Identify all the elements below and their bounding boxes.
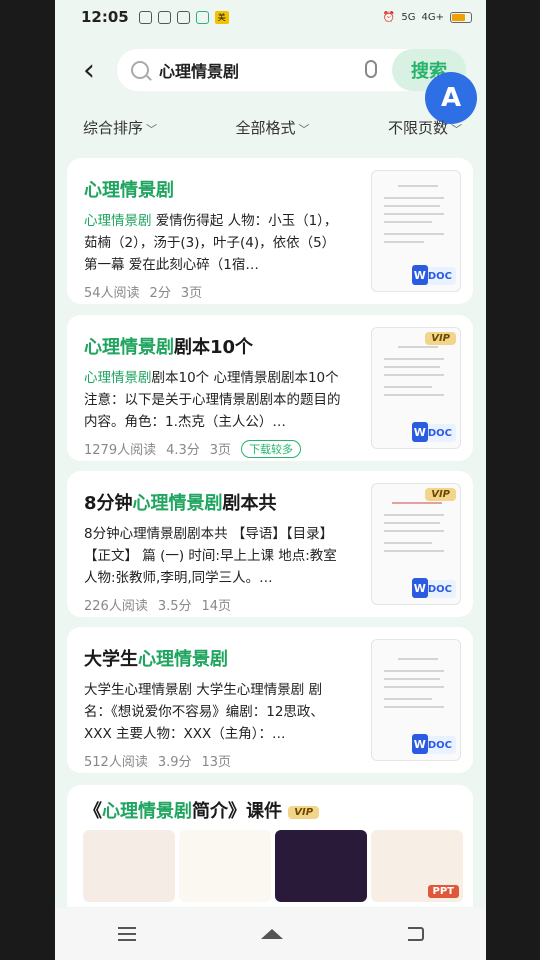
- page-count: 3页: [209, 443, 232, 458]
- home-icon[interactable]: [260, 929, 283, 939]
- result-title: 《心理情景剧简介》课件 VIP: [84, 797, 320, 823]
- page-count: 14页: [201, 599, 232, 614]
- signal-icon: 5G: [401, 11, 416, 23]
- result-meta: 512人阅读 3.9分 13页: [84, 751, 231, 770]
- page-count: 3页: [180, 286, 203, 301]
- result-title: 8分钟心理情景剧剧本共: [84, 493, 277, 514]
- result-snippet: 8分钟心理情景剧剧本共 【导语】【目录】【正文】 篇 (一) 时间:早上上课 地…: [84, 526, 337, 586]
- network-icon: 4G+: [421, 11, 445, 23]
- notification-icon: [195, 10, 209, 24]
- notification-icon: [176, 10, 190, 24]
- microphone-icon[interactable]: [365, 60, 377, 78]
- result-title: 心理情景剧: [84, 180, 174, 201]
- back-icon[interactable]: [407, 927, 424, 941]
- score: 2分: [149, 286, 171, 301]
- search-input[interactable]: [159, 60, 349, 80]
- status-bar: 12:05 美 ⏰ 5G 4G+: [55, 0, 486, 34]
- result-card[interactable]: 大学生心理情景剧 大学生心理情景剧 大学生心理情景剧 剧名：《想说爱你不容易》编…: [67, 627, 473, 773]
- status-time: 12:05: [81, 8, 129, 26]
- result-snippet: 心理情景剧 爱情伤得起 人物：小玉（1），茹楠（2），汤于(3)，叶子(4)，依…: [84, 213, 338, 273]
- ppt-icon: PPT: [427, 885, 459, 898]
- chevron-down-icon: ﹀: [146, 122, 158, 136]
- menu-icon[interactable]: [117, 927, 136, 941]
- notification-icon: [157, 10, 171, 24]
- filter-format[interactable]: 全部格式 ﹀: [235, 117, 309, 138]
- result-title: 心理情景剧剧本10个: [84, 337, 254, 358]
- result-snippet: 心理情景剧剧本10个 心理情景剧剧本10个 注意：以下是关于心理情景剧剧本的题目…: [84, 370, 341, 430]
- left-margin: [0, 0, 55, 960]
- alarm-icon: ⏰: [382, 11, 396, 23]
- phone-screen: 12:05 美 ⏰ 5G 4G+ ‹ 搜索 A 综合排序﹀ 全部格式﹀ 不限页数…: [55, 0, 486, 960]
- system-nav-bar: [55, 908, 486, 960]
- battery-icon: [450, 11, 472, 23]
- read-count: 512人阅读: [84, 755, 148, 770]
- notification-icons: 美: [138, 10, 229, 24]
- popular-download-badge: 下载较多: [241, 439, 302, 458]
- document-thumbnail: VIP W DOC: [371, 483, 461, 605]
- app-notification-icon: 美: [214, 10, 229, 24]
- right-margin: [486, 0, 540, 960]
- result-meta: 54人阅读 2分 3页: [84, 282, 202, 301]
- vip-badge: VIP: [288, 806, 320, 819]
- filter-sort[interactable]: 综合排序 ﹀: [83, 117, 157, 138]
- score: 4.3分: [166, 443, 200, 458]
- document-thumbnail: W DOC: [371, 170, 461, 292]
- word-doc-icon: W DOC: [411, 578, 456, 598]
- slide-thumbnail: [83, 830, 175, 902]
- system-icons: ⏰ 5G 4G+: [382, 11, 472, 23]
- page-count: 13页: [201, 755, 232, 770]
- document-thumbnail: W DOC: [371, 639, 461, 761]
- score: 3.9分: [157, 755, 192, 770]
- read-count: 1279人阅读: [84, 443, 157, 458]
- slide-thumbnail: PPT: [371, 830, 463, 902]
- filter-pages[interactable]: 不限页数 ﹀: [388, 117, 462, 138]
- result-meta: 1279人阅读 4.3分 3页 下载较多: [84, 439, 302, 458]
- read-count: 54人阅读: [84, 286, 140, 301]
- chevron-down-icon: ﹀: [298, 122, 310, 136]
- filter-bar: 综合排序 ﹀ 全部格式 ﹀ 不限页数 ﹀: [55, 110, 486, 144]
- notification-icon: [138, 10, 152, 24]
- score: 3.5分: [157, 599, 192, 614]
- word-doc-icon: W DOC: [411, 265, 456, 285]
- search-box[interactable]: 搜索: [117, 49, 466, 91]
- search-icon: [131, 61, 149, 79]
- result-meta: 226人阅读 3.5分 14页: [84, 595, 231, 614]
- result-card[interactable]: 心理情景剧 心理情景剧 爱情伤得起 人物：小玉（1），茹楠（2），汤于(3)，叶…: [67, 158, 473, 304]
- vip-badge: VIP: [425, 332, 456, 345]
- result-title: 大学生心理情景剧: [84, 649, 228, 670]
- result-card-ppt[interactable]: 《心理情景剧简介》课件 VIP PPT: [67, 785, 473, 907]
- word-doc-icon: W DOC: [411, 734, 456, 754]
- word-doc-icon: W DOC: [411, 422, 456, 442]
- slide-thumbnail: [179, 830, 271, 902]
- search-row: ‹ 搜索: [55, 46, 486, 94]
- vip-badge: VIP: [425, 488, 456, 501]
- result-card[interactable]: 8分钟心理情景剧剧本共 8分钟心理情景剧剧本共 【导语】【目录】【正文】 篇 (…: [67, 471, 473, 617]
- slide-thumbnail: [275, 830, 367, 902]
- chevron-down-icon: ﹀: [450, 122, 462, 136]
- document-thumbnail: VIP W DOC: [371, 327, 461, 449]
- result-snippet: 大学生心理情景剧 大学生心理情景剧 剧名：《想说爱你不容易》编剧：12思政、XX…: [84, 682, 324, 742]
- back-arrow-icon[interactable]: ‹: [69, 50, 109, 90]
- read-count: 226人阅读: [84, 599, 148, 614]
- result-card[interactable]: 心理情景剧剧本10个 心理情景剧剧本10个 心理情景剧剧本10个 注意：以下是关…: [67, 315, 473, 461]
